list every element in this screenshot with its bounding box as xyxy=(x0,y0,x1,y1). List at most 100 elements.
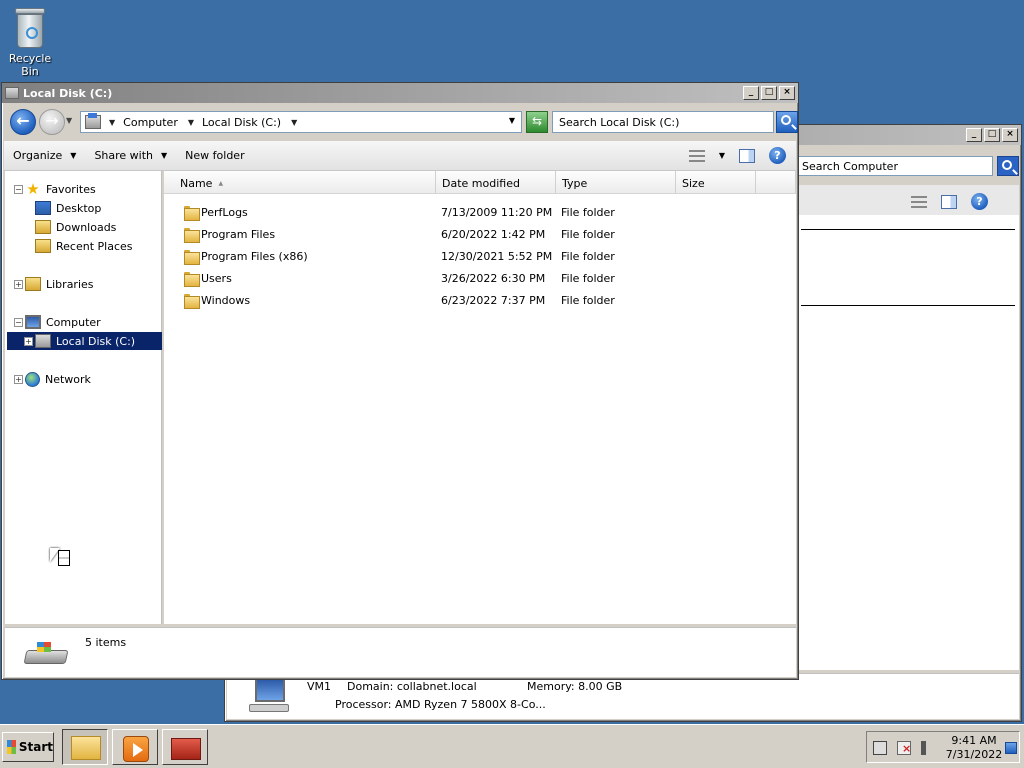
table-row[interactable]: Windows 6/23/2022 7:37 PM File folder xyxy=(164,290,796,312)
busy-cursor-icon xyxy=(50,548,74,572)
table-row[interactable]: Program Files (x86) 12/30/2021 5:52 PM F… xyxy=(164,246,796,268)
share-with-button[interactable]: Share with ▼ xyxy=(85,149,176,162)
arrow-left-icon: ← xyxy=(16,111,30,130)
drive-icon xyxy=(35,334,51,348)
tree-label: Desktop xyxy=(56,201,102,215)
column-header-name[interactable]: Name ▲ xyxy=(164,171,436,194)
tree-label: Downloads xyxy=(56,220,117,234)
column-header-date[interactable]: Date modified xyxy=(436,171,556,194)
file-name: Users xyxy=(201,272,232,285)
navigation-bar: ← → ▼ ▼ Computer ▼ Local Disk (C:) ▼ ▼ ⇆… xyxy=(4,105,798,135)
file-date: 12/30/2021 5:52 PM xyxy=(441,250,553,263)
forward-button[interactable]: → xyxy=(39,109,65,135)
computer-memory: Memory: 8.00 GB xyxy=(527,680,623,693)
tree-item-recent-places[interactable]: Recent Places xyxy=(35,237,133,255)
table-row[interactable]: Users 3/26/2022 6:30 PM File folder xyxy=(164,268,796,290)
folder-icon xyxy=(71,736,101,760)
breadcrumb-separator-icon[interactable]: ▼ xyxy=(291,118,297,127)
table-row[interactable]: Program Files 6/20/2022 1:42 PM File fol… xyxy=(164,224,796,246)
computer-search-button[interactable] xyxy=(997,156,1019,176)
column-header-filler xyxy=(756,171,796,194)
computer-search-input[interactable]: Search Computer xyxy=(797,156,993,176)
file-date: 6/23/2022 7:37 PM xyxy=(441,294,546,307)
address-dropdown-icon[interactable]: ▼ xyxy=(509,116,515,125)
computer-icon xyxy=(247,678,291,714)
breadcrumb-separator-icon[interactable]: ▼ xyxy=(109,118,115,127)
tree-item-libraries[interactable]: Libraries xyxy=(25,275,94,293)
taskbar-server-manager-button[interactable] xyxy=(162,729,208,765)
back-window-maximize-button[interactable]: □ xyxy=(984,128,1000,142)
tree-item-network[interactable]: Network xyxy=(25,370,91,388)
column-header-size[interactable]: Size xyxy=(676,171,756,194)
back-window-close-button[interactable]: × xyxy=(1002,128,1018,142)
table-row[interactable]: PerfLogs 7/13/2009 11:20 PM File folder xyxy=(164,202,796,224)
views-dropdown-icon[interactable]: ▼ xyxy=(719,151,725,160)
network-icon xyxy=(25,371,40,387)
tree-item-favorites[interactable]: ★ Favorites xyxy=(25,180,96,198)
maximize-button[interactable]: □ xyxy=(761,86,777,100)
organize-label: Organize xyxy=(13,149,63,162)
folder-icon xyxy=(184,293,200,309)
back-window-minimize-button[interactable]: _ xyxy=(966,128,982,142)
clock-time: 9:41 AM xyxy=(951,734,997,747)
folder-icon xyxy=(184,205,200,221)
breadcrumb-separator-icon[interactable]: ▼ xyxy=(188,118,194,127)
recycle-bin-desktop-icon[interactable]: Recycle Bin xyxy=(0,6,60,78)
refresh-icon: ⇆ xyxy=(531,114,543,128)
tree-label: Favorites xyxy=(46,182,96,196)
help-icon[interactable]: ? xyxy=(971,193,988,210)
file-type: File folder xyxy=(561,294,615,307)
show-desktop-button[interactable] xyxy=(1005,742,1017,754)
taskbar: Start 9:41 AM 7/31/2022 xyxy=(0,724,1024,768)
volume-icon[interactable] xyxy=(921,741,929,755)
close-button[interactable]: × xyxy=(779,86,795,100)
drive-icon xyxy=(23,640,69,668)
collapse-computer-icon[interactable]: − xyxy=(14,318,23,327)
tree-label: Libraries xyxy=(46,277,94,291)
clock[interactable]: 9:41 AM 7/31/2022 xyxy=(945,734,1003,762)
minimize-button[interactable]: _ xyxy=(743,86,759,100)
help-icon[interactable]: ? xyxy=(769,147,786,164)
address-bar[interactable]: ▼ Computer ▼ Local Disk (C:) ▼ ▼ xyxy=(80,111,522,133)
local-disk-window[interactable]: Local Disk (C:) _ □ × ← → ▼ ▼ Computer ▼… xyxy=(1,82,799,680)
expand-libraries-icon[interactable]: + xyxy=(14,280,23,289)
column-header-type[interactable]: Type xyxy=(556,171,676,194)
search-input[interactable]: Search Local Disk (C:) xyxy=(552,111,774,133)
file-date: 3/26/2022 6:30 PM xyxy=(441,272,546,285)
views-icon[interactable] xyxy=(911,195,927,208)
breadcrumb-local-disk[interactable]: Local Disk (C:) xyxy=(202,116,281,129)
arrow-right-icon: → xyxy=(45,111,59,130)
file-type: File folder xyxy=(561,250,615,263)
computer-domain: Domain: collabnet.local xyxy=(347,680,477,693)
tree-item-downloads[interactable]: Downloads xyxy=(35,218,116,236)
taskbar-media-player-button[interactable] xyxy=(112,729,158,765)
refresh-button[interactable]: ⇆ xyxy=(526,111,548,133)
drive-icon xyxy=(5,87,19,99)
start-button[interactable]: Start xyxy=(2,732,54,762)
new-folder-button[interactable]: New folder xyxy=(176,149,253,162)
organize-button[interactable]: Organize ▼ xyxy=(4,149,85,162)
preview-pane-icon[interactable] xyxy=(739,148,755,163)
preview-pane-icon[interactable] xyxy=(941,194,957,209)
tree-item-desktop[interactable]: Desktop xyxy=(35,199,101,217)
recent-pages-dropdown[interactable]: ▼ xyxy=(66,116,72,125)
expand-local-disk-icon[interactable]: + xyxy=(24,337,33,346)
window-titlebar[interactable]: Local Disk (C:) _ □ × xyxy=(2,83,798,103)
search-button[interactable] xyxy=(776,111,798,133)
action-center-icon[interactable] xyxy=(897,741,911,755)
start-label: Start xyxy=(18,740,53,754)
folder-icon xyxy=(184,227,200,243)
breadcrumb-computer[interactable]: Computer xyxy=(123,116,178,129)
collapse-favorites-icon[interactable]: − xyxy=(14,185,23,194)
expand-network-icon[interactable]: + xyxy=(14,375,23,384)
back-button[interactable]: ← xyxy=(10,109,36,135)
tree-item-computer[interactable]: Computer xyxy=(25,313,101,331)
file-type: File folder xyxy=(561,206,615,219)
views-icon[interactable] xyxy=(688,149,705,162)
file-date: 7/13/2009 11:20 PM xyxy=(441,206,553,219)
taskbar-explorer-button[interactable] xyxy=(62,729,108,765)
details-pane: 5 items xyxy=(5,627,796,677)
media-player-icon xyxy=(123,736,149,762)
search-icon xyxy=(1002,160,1012,170)
network-status-icon[interactable] xyxy=(873,741,887,755)
